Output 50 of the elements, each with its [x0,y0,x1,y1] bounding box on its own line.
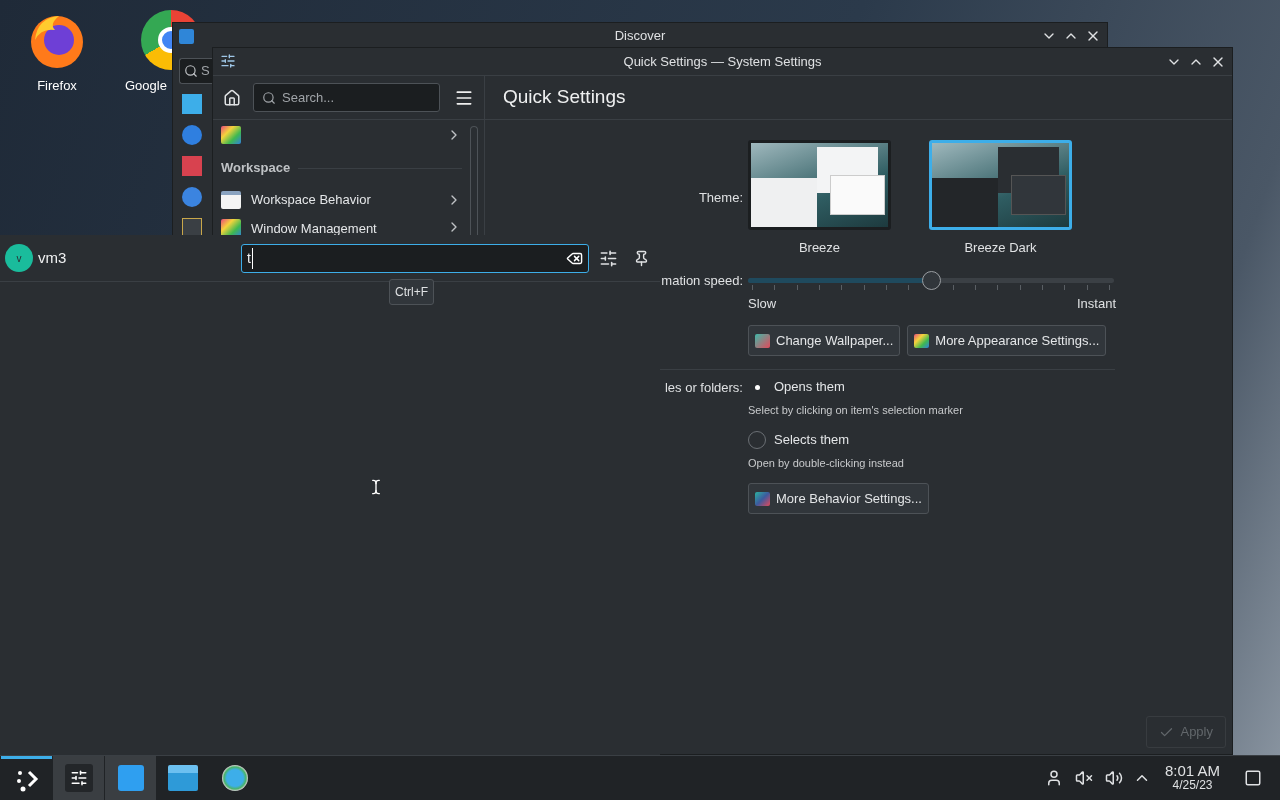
section-heading: Workspace [221,159,291,178]
search-field[interactable]: Search... [253,83,440,112]
sliders-app-icon [64,764,93,792]
field-label: mation speed: [660,271,743,290]
clock[interactable]: 8:01 AM 4/25/23 [1164,763,1220,793]
muted-speaker-icon[interactable] [1074,769,1093,787]
tooltip: Ctrl+F [389,279,434,305]
radio-option[interactable]: Selects them [748,428,963,451]
show-desktop-icon[interactable] [1244,769,1262,787]
slider-max-label: Instant [1076,294,1116,313]
radio-option[interactable]: Opens them [748,376,963,398]
folder-icon [167,765,198,791]
speaker-icon[interactable] [1104,769,1123,787]
search-icon [184,64,198,78]
user-avatar[interactable]: v [5,244,33,272]
taskbar-item[interactable] [53,756,104,800]
slider-min-label: Slow [748,294,777,313]
window-title: Discover [614,26,666,45]
search-field[interactable]: t [241,243,589,273]
settings-button[interactable]: More Appearance Settings... [907,325,1107,356]
settings-button[interactable]: More Behavior Settings... [748,483,929,514]
pin-icon[interactable] [633,249,650,267]
settings-button[interactable]: Change Wallpaper... [748,325,901,356]
app-icon [179,29,194,44]
app-icon [220,53,236,69]
desktop-icon-label[interactable]: Google [125,76,167,96]
option-hint: Select by clicking on item's selection marker [748,403,963,418]
search-field[interactable]: S [179,58,212,84]
page-heading: Quick Settings [503,85,626,110]
field-label: Theme: [697,189,743,207]
user-name: vm3 [38,247,67,268]
slider-handle[interactable] [922,270,941,290]
search-icon [262,90,276,105]
window-title: Quick Settings — System Settings [623,52,822,71]
category-icon[interactable] [182,187,202,207]
home-icon[interactable] [223,88,241,107]
category-icon[interactable] [182,218,202,238]
search-placeholder: Search... [282,88,335,107]
field-label: les or folders: [663,379,743,397]
category-icon [221,126,241,144]
category-icon [221,191,241,209]
search-query: t [247,247,253,269]
category-icon[interactable] [182,125,202,145]
theme-name: Breeze [798,239,841,257]
theme-name: Breeze Dark [964,239,1037,257]
option-hint: Open by double-clicking instead [748,455,905,471]
desktop-icon-label[interactable]: Firefox [37,76,77,96]
slider-track[interactable] [748,277,1114,283]
search-placeholder: S [201,62,210,81]
sidebar-item[interactable]: Workspace Behavior [213,186,470,214]
